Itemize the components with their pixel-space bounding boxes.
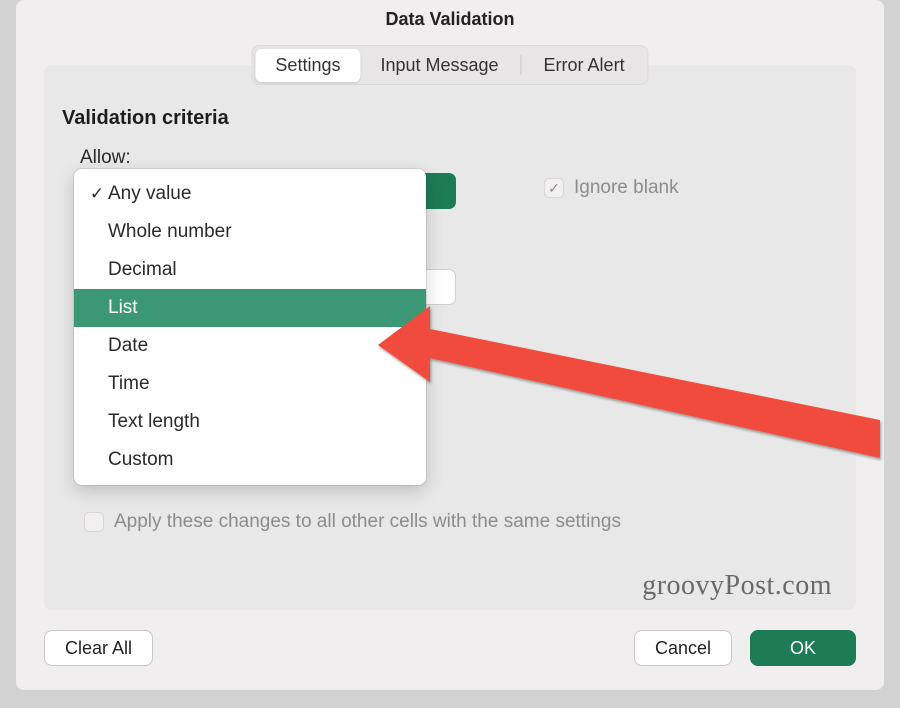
dropdown-option-label: Custom	[108, 449, 173, 471]
dropdown-option-any-value[interactable]: ✓ Any value	[74, 175, 426, 213]
dropdown-option-label: Any value	[108, 183, 191, 205]
settings-panel: Settings Input Message Error Alert Valid…	[44, 65, 856, 610]
dropdown-option-label: List	[108, 297, 138, 319]
tab-settings[interactable]: Settings	[255, 49, 360, 82]
dropdown-option-text-length[interactable]: Text length	[74, 403, 426, 441]
dropdown-option-label: Text length	[108, 411, 200, 433]
allow-select-button-peek	[422, 173, 456, 209]
tab-error-alert[interactable]: Error Alert	[524, 49, 645, 82]
apply-changes-checkbox[interactable]	[84, 512, 104, 532]
section-heading-validation-criteria: Validation criteria	[62, 107, 229, 130]
data-validation-dialog: Data Validation Settings Input Message E…	[16, 0, 884, 690]
dropdown-option-label: Whole number	[108, 221, 232, 243]
dropdown-option-list[interactable]: List	[74, 289, 426, 327]
ignore-blank-checkbox[interactable]: ✓	[544, 178, 564, 198]
dropdown-option-decimal[interactable]: Decimal	[74, 251, 426, 289]
dropdown-option-label: Date	[108, 335, 148, 357]
cancel-button[interactable]: Cancel	[634, 630, 732, 666]
allow-dropdown-menu: ✓ Any value Whole number Decimal List Da…	[74, 169, 426, 485]
dialog-title: Data Validation	[385, 9, 514, 30]
dropdown-option-date[interactable]: Date	[74, 327, 426, 365]
tab-strip: Settings Input Message Error Alert	[251, 45, 648, 85]
clear-all-button[interactable]: Clear All	[44, 630, 153, 666]
apply-changes-row: Apply these changes to all other cells w…	[84, 511, 621, 533]
dropdown-option-label: Decimal	[108, 259, 177, 281]
tab-divider	[521, 55, 522, 75]
dropdown-option-whole-number[interactable]: Whole number	[74, 213, 426, 251]
dialog-titlebar: Data Validation	[16, 0, 884, 38]
data-select-button-peek	[422, 269, 456, 305]
dropdown-option-label: Time	[108, 373, 150, 395]
dropdown-option-time[interactable]: Time	[74, 365, 426, 403]
dialog-footer: Clear All Cancel OK	[44, 630, 856, 668]
tab-input-message[interactable]: Input Message	[360, 49, 518, 82]
ignore-blank-label: Ignore blank	[574, 177, 679, 199]
ignore-blank-row: ✓ Ignore blank	[544, 177, 679, 199]
ok-button[interactable]: OK	[750, 630, 856, 666]
check-icon: ✓	[86, 184, 108, 204]
dropdown-option-custom[interactable]: Custom	[74, 441, 426, 479]
apply-changes-label: Apply these changes to all other cells w…	[114, 511, 621, 533]
allow-label: Allow:	[80, 147, 131, 169]
